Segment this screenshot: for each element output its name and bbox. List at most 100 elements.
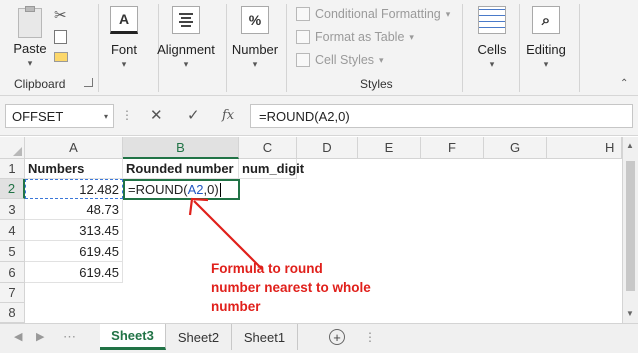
ribbon-separator	[286, 4, 287, 92]
column-header-h[interactable]: H	[547, 137, 622, 159]
ribbon-separator	[226, 4, 227, 92]
ribbon-separator	[519, 4, 520, 92]
column-header-e[interactable]: E	[358, 137, 421, 159]
paste-icon	[18, 6, 42, 38]
more-sheets-icon[interactable]: ⋯	[63, 329, 76, 345]
drag-handle-icon[interactable]: ⋮	[364, 330, 376, 344]
ribbon-separator	[98, 4, 99, 92]
cell-b1[interactable]: Rounded number	[123, 159, 239, 179]
row-header-2[interactable]: 2	[0, 179, 25, 199]
chevron-down-icon: ▾	[379, 54, 384, 65]
row-header-3[interactable]: 3	[0, 199, 25, 220]
font-color-icon: A	[110, 6, 138, 34]
vertical-scrollbar[interactable]: ▲ ▼	[622, 137, 638, 323]
ribbon-separator	[579, 4, 580, 92]
select-all-button[interactable]	[0, 137, 25, 159]
cell-styles-button[interactable]: Cell Styles ▾	[296, 53, 384, 67]
row-header-1[interactable]: 1	[0, 159, 25, 179]
paste-button[interactable]: Paste ▾	[12, 6, 48, 69]
format-as-table-icon	[296, 30, 310, 44]
number-button[interactable]: % Number ▾	[230, 6, 280, 70]
cell-a6[interactable]: 619.45	[25, 262, 123, 283]
format-painter-icon[interactable]	[54, 52, 68, 62]
horizontal-scrollbar[interactable]	[380, 331, 620, 343]
column-header-b[interactable]: B	[123, 137, 239, 159]
copy-icon[interactable]	[54, 30, 67, 44]
add-sheet-icon[interactable]: +	[329, 329, 345, 345]
font-button[interactable]: A Font ▾	[103, 6, 145, 70]
cell-styles-label: Cell Styles	[315, 53, 375, 67]
name-box[interactable]: OFFSET ▾	[5, 104, 114, 128]
conditional-formatting-button[interactable]: Conditional Formatting ▾	[296, 7, 450, 21]
cell-a1[interactable]: Numbers	[25, 159, 123, 179]
font-label: Font	[110, 42, 137, 57]
chevron-down-icon: ▾	[489, 59, 495, 69]
chevron-down-icon: ▾	[27, 58, 33, 68]
chevron-down-icon: ▾	[543, 59, 549, 69]
annotation-text: Formula to round number nearest to whole…	[211, 261, 371, 314]
tab-sheet1[interactable]: Sheet1	[232, 324, 298, 350]
styles-group-label: Styles	[360, 77, 393, 91]
search-icon: ⌕	[532, 6, 560, 34]
cells-label: Cells	[477, 42, 507, 57]
chevron-down-icon: ▾	[445, 8, 451, 19]
column-header-d[interactable]: D	[297, 137, 358, 159]
row-header-6[interactable]: 6	[0, 262, 25, 283]
column-header-c[interactable]: C	[239, 137, 297, 159]
cell-a4[interactable]: 313.45	[25, 220, 123, 241]
cells-icon	[478, 6, 506, 34]
cell-a5[interactable]: 619.45	[25, 241, 123, 262]
chevron-down-icon: ▾	[409, 31, 414, 42]
next-sheet-icon[interactable]: ▶	[36, 330, 44, 343]
tab-sheet3[interactable]: Sheet3	[100, 324, 166, 350]
align-icon	[172, 6, 200, 34]
percent-icon: %	[241, 6, 269, 34]
ribbon-separator	[462, 4, 463, 92]
scroll-up-icon[interactable]: ▲	[626, 141, 634, 150]
enter-icon[interactable]: ✓	[187, 106, 200, 124]
formula-bar: OFFSET ▾ ⋮ ✕ ✓ fx =ROUND(A2,0)	[0, 96, 638, 136]
alignment-label: Alignment	[157, 42, 215, 57]
chevron-down-icon: ▾	[183, 59, 189, 69]
row-header-7[interactable]: 7	[0, 283, 25, 303]
prev-sheet-icon[interactable]: ◀	[14, 330, 22, 343]
cell-a2[interactable]: 12.482	[25, 179, 123, 199]
collapse-ribbon-icon[interactable]: ⌃	[620, 78, 628, 89]
editing-label: Editing	[526, 42, 566, 57]
formula-input[interactable]: =ROUND(A2,0)	[250, 104, 633, 128]
cut-icon[interactable]: ✂	[54, 6, 67, 24]
clipboard-group: Paste ▾ ✂ Clipboard	[0, 0, 93, 96]
sheet-tabs-bar: ◀ ▶ ⋯ Sheet3 Sheet2 Sheet1 + ⋮	[0, 323, 638, 353]
scroll-down-icon[interactable]: ▼	[626, 309, 634, 318]
column-header-a[interactable]: A	[25, 137, 123, 159]
chevron-down-icon: ▾	[121, 59, 127, 69]
ribbon: Paste ▾ ✂ Clipboard A Font ▾ Alignment ▾…	[0, 0, 638, 96]
editing-button[interactable]: ⌕ Editing ▾	[523, 6, 569, 70]
cell-a3[interactable]: 48.73	[25, 199, 123, 220]
insert-function-icon[interactable]: fx	[222, 108, 234, 123]
cancel-icon[interactable]: ✕	[150, 106, 163, 124]
column-header-f[interactable]: F	[421, 137, 484, 159]
chevron-down-icon: ▾	[252, 59, 258, 69]
name-box-value: OFFSET	[12, 109, 64, 124]
cell-c1[interactable]: num_digit	[239, 159, 304, 179]
format-as-table-button[interactable]: Format as Table ▾	[296, 30, 414, 44]
clipboard-group-label: Clipboard	[14, 77, 66, 91]
tab-sheet2[interactable]: Sheet2	[166, 324, 232, 350]
dialog-launcher-icon[interactable]	[84, 78, 93, 87]
formula-prefix: =ROUND(	[128, 182, 188, 197]
conditional-formatting-label: Conditional Formatting	[315, 7, 441, 21]
scrollbar-thumb[interactable]	[626, 161, 635, 291]
alignment-button[interactable]: Alignment ▾	[157, 6, 215, 70]
row-header-8[interactable]: 8	[0, 303, 25, 323]
conditional-formatting-icon	[296, 7, 310, 21]
row-header-5[interactable]: 5	[0, 241, 25, 262]
row-header-4[interactable]: 4	[0, 220, 25, 241]
drag-handle-icon[interactable]: ⋮	[121, 108, 133, 122]
format-as-table-label: Format as Table	[315, 30, 405, 44]
number-label: Number	[231, 42, 279, 57]
chevron-down-icon[interactable]: ▾	[104, 112, 108, 121]
column-header-g[interactable]: G	[484, 137, 547, 159]
cell-styles-icon	[296, 53, 310, 67]
cells-button[interactable]: Cells ▾	[470, 6, 514, 70]
